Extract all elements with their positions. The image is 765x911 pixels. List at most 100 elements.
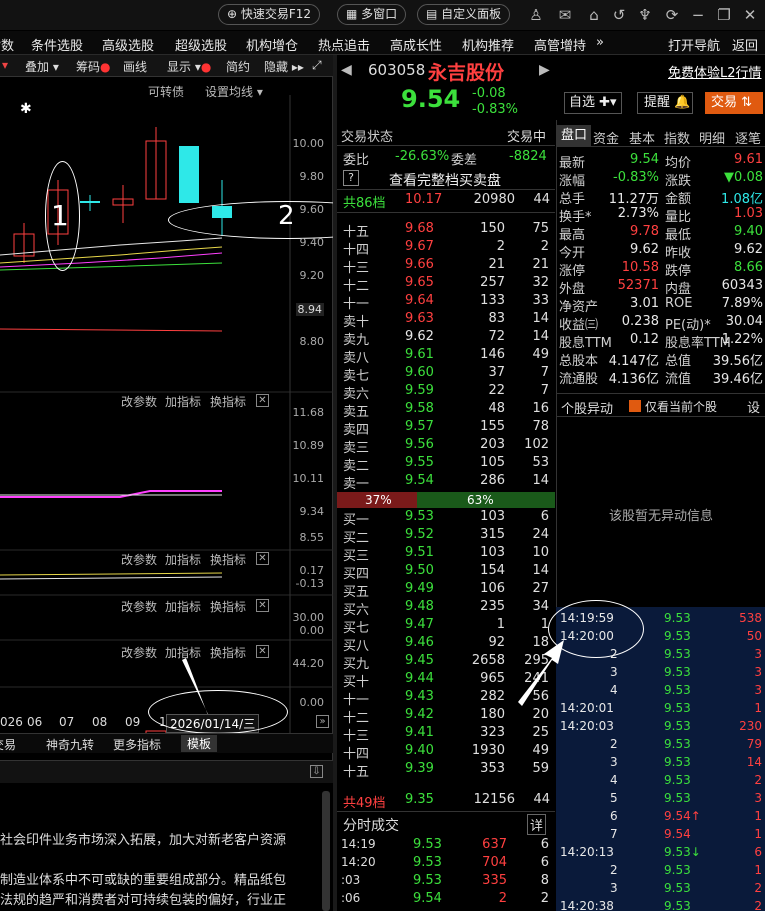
close-icon[interactable]: ✕ bbox=[256, 645, 269, 658]
next-stock-icon[interactable]: ▶ bbox=[539, 62, 550, 78]
help-icon[interactable]: ? bbox=[343, 170, 359, 186]
multi-window-button[interactable]: ▦ 多窗口 bbox=[337, 4, 407, 25]
tick-time: 2 bbox=[610, 737, 618, 751]
menu-item[interactable]: 高级选股 bbox=[102, 35, 154, 54]
simple-mode-button[interactable]: 简约 bbox=[226, 58, 250, 75]
switch-indicator-button[interactable]: 换指标 bbox=[210, 598, 246, 615]
mail-icon[interactable]: ✉ bbox=[555, 5, 575, 25]
tick-volume: 1 bbox=[754, 809, 762, 823]
bid-level-label: 买二 bbox=[343, 531, 370, 546]
detail-button[interactable]: 详 bbox=[527, 814, 547, 835]
quote-value: 1.03 bbox=[734, 206, 763, 221]
minimize-icon[interactable]: − bbox=[688, 5, 708, 25]
tab-tick-by-tick[interactable]: 逐笔 bbox=[735, 128, 761, 147]
tab-depth[interactable]: 盘口 bbox=[557, 125, 591, 147]
menu-item[interactable]: 高管增持 bbox=[534, 35, 586, 54]
axis-tick: 0.00 bbox=[299, 624, 325, 637]
order-book-pane: ◀ 603058 永吉股份 ▶ 9.54 -0.08 -0.83% 交易状态 交… bbox=[337, 55, 555, 911]
switch-indicator-button[interactable]: 换指标 bbox=[210, 551, 246, 568]
menu-item[interactable]: 机构推荐 bbox=[462, 35, 514, 54]
tab-more-indicators[interactable]: 更多指标 bbox=[113, 736, 161, 753]
watchlist-button[interactable]: 自选 ✚▾ bbox=[564, 92, 622, 114]
close-icon[interactable]: ✕ bbox=[256, 552, 269, 565]
tab-index[interactable]: 指数 bbox=[664, 128, 690, 147]
switch-indicator-button[interactable]: 换指标 bbox=[210, 644, 246, 661]
home-icon[interactable]: ⌂ bbox=[584, 5, 604, 25]
param-button[interactable]: 改参数 bbox=[121, 598, 157, 615]
add-indicator-button[interactable]: 加指标 bbox=[165, 598, 201, 615]
menu-item[interactable]: 超级选股 bbox=[175, 35, 227, 54]
draw-line-button[interactable]: 画线 bbox=[123, 58, 147, 75]
tick-volume: 6 bbox=[754, 845, 762, 859]
display-button[interactable]: 显示 ▾● bbox=[167, 58, 211, 75]
overlay-button[interactable]: 叠加 ▾ bbox=[25, 58, 59, 75]
trade-button[interactable]: 交易 ⇅ bbox=[705, 92, 763, 114]
undo-icon[interactable]: ↺ bbox=[609, 5, 629, 25]
param-button[interactable]: 改参数 bbox=[121, 551, 157, 568]
custom-panel-button[interactable]: ▤ 自定义面板 bbox=[417, 4, 511, 25]
back-button[interactable]: 返回 bbox=[732, 35, 758, 54]
ask-level-label: 卖八 bbox=[343, 351, 370, 366]
quote-value: 11.27万 bbox=[608, 192, 659, 207]
prev-stock-icon[interactable]: ◀ bbox=[341, 62, 352, 78]
switch-indicator-button[interactable]: 换指标 bbox=[210, 393, 246, 410]
shirt-icon[interactable]: ♆ bbox=[635, 5, 655, 25]
fullscreen-icon[interactable]: ⤢ bbox=[312, 58, 322, 73]
splitter[interactable] bbox=[333, 55, 337, 911]
bid-level-label: 买七 bbox=[343, 621, 370, 636]
bid-price: 9.45 bbox=[405, 653, 434, 668]
open-nav-button[interactable]: 打开导航 bbox=[668, 35, 720, 54]
tick-price: 9.53 bbox=[664, 683, 691, 697]
tab-trade[interactable]: 交易 bbox=[0, 736, 16, 753]
add-indicator-button[interactable]: 加指标 bbox=[165, 644, 201, 661]
ask-volume: 21 bbox=[488, 257, 505, 272]
bid-count: 6 bbox=[540, 509, 549, 524]
close-icon[interactable]: ✕ bbox=[256, 394, 269, 407]
user-icon[interactable]: ♙ bbox=[526, 5, 546, 25]
only-current-checkbox[interactable] bbox=[629, 400, 641, 412]
maximize-icon[interactable]: ❐ bbox=[714, 5, 734, 25]
quote-value: 9.62 bbox=[734, 242, 763, 257]
tab-detail[interactable]: 明细 bbox=[699, 128, 725, 147]
annotation-label: 2 bbox=[278, 201, 295, 231]
refresh-icon[interactable]: ⟳ bbox=[662, 5, 682, 25]
l2-trial-link[interactable]: 免费体验L2行情 bbox=[668, 62, 762, 81]
menu-item[interactable]: 热点追击 bbox=[318, 35, 370, 54]
close-icon[interactable]: ✕ bbox=[256, 599, 269, 612]
quote-label: 今开 bbox=[559, 246, 586, 261]
bid-level-label: 十四 bbox=[343, 747, 370, 762]
axis-tick: 44.20 bbox=[292, 657, 325, 670]
view-full-depth-link[interactable]: 查看完整档买卖盘 bbox=[389, 170, 501, 190]
quote-value: 9.78 bbox=[630, 224, 659, 239]
menu-item[interactable]: 条件选股 bbox=[31, 35, 83, 54]
menu-item[interactable]: 指数 bbox=[0, 35, 14, 54]
trade-count: 8 bbox=[540, 873, 549, 888]
menu-item[interactable]: 高成长性 bbox=[390, 35, 442, 54]
tick-price: 9.53 bbox=[664, 737, 691, 751]
menu-item[interactable]: 机构增仓 bbox=[246, 35, 298, 54]
dropdown-arrow-icon[interactable]: ▾ bbox=[2, 58, 8, 72]
tab-basic[interactable]: 基本 bbox=[629, 128, 655, 147]
tab-template[interactable]: 模板 bbox=[181, 735, 218, 752]
ask-count: 78 bbox=[532, 419, 549, 434]
close-icon[interactable]: ✕ bbox=[740, 5, 760, 25]
quote-value: 0.12 bbox=[630, 332, 659, 347]
anomaly-settings-button[interactable]: 设 bbox=[747, 397, 760, 416]
add-indicator-button[interactable]: 加指标 bbox=[165, 393, 201, 410]
scroll-right-icon[interactable]: » bbox=[316, 715, 329, 728]
chip-button[interactable]: 筹码● bbox=[76, 58, 111, 75]
menu-more-button[interactable]: » bbox=[596, 35, 604, 50]
ask-level-label: 十三 bbox=[343, 261, 370, 276]
tab-capital[interactable]: 资金 bbox=[593, 128, 619, 147]
param-button[interactable]: 改参数 bbox=[121, 393, 157, 410]
scrollbar[interactable] bbox=[322, 791, 330, 911]
tab-magic-nine[interactable]: 神奇九转 bbox=[46, 736, 94, 753]
download-icon[interactable]: ⇩ bbox=[310, 765, 323, 778]
hide-button[interactable]: 隐藏 ▸▸ bbox=[264, 58, 304, 75]
total-sell-vol: 20980 bbox=[473, 192, 515, 207]
fast-trade-button[interactable]: ⊕ 快速交易F12 bbox=[218, 4, 321, 25]
quote-label: PE(动)* bbox=[665, 318, 711, 333]
param-button[interactable]: 改参数 bbox=[121, 644, 157, 661]
add-indicator-button[interactable]: 加指标 bbox=[165, 551, 201, 568]
alert-button[interactable]: 提醒 🔔 bbox=[637, 92, 693, 114]
